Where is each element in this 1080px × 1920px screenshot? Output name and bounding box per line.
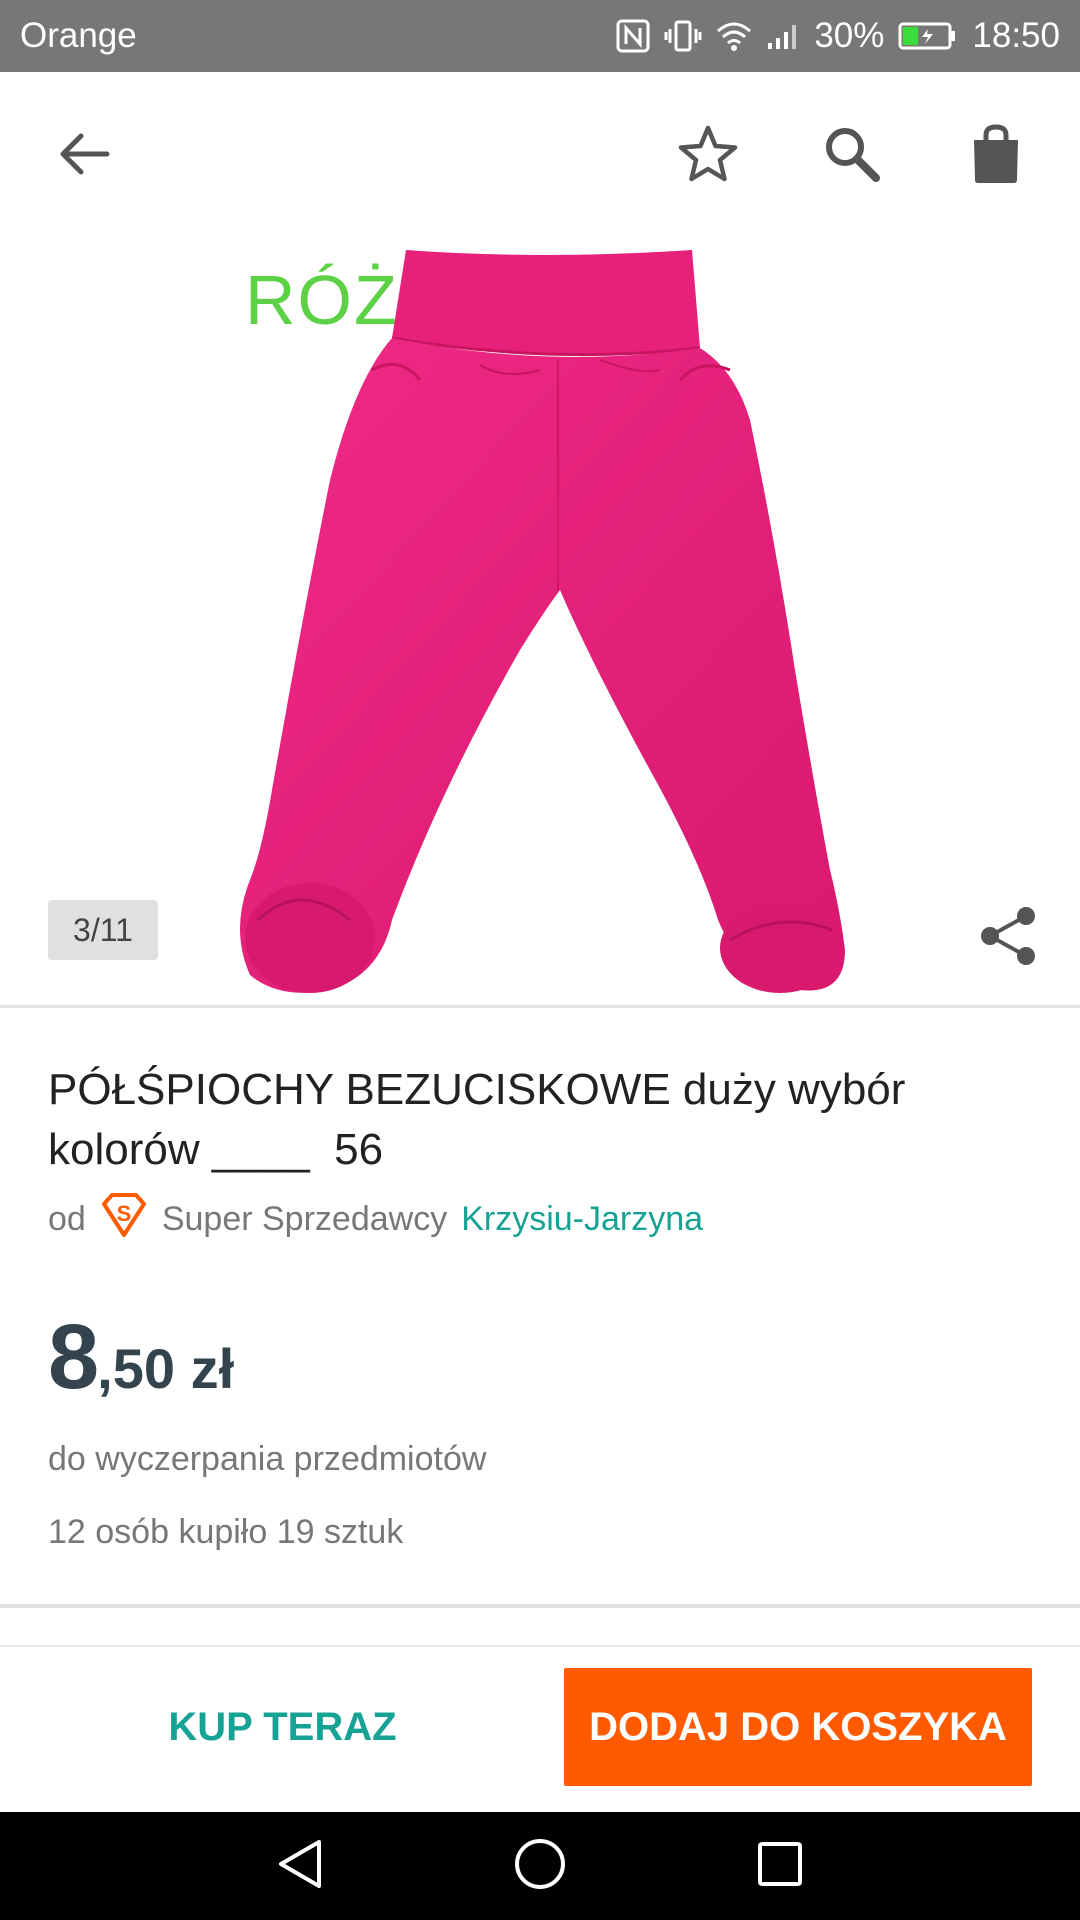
buy-now-button[interactable]: KUP TERAZ bbox=[80, 1668, 485, 1786]
divider bbox=[0, 1005, 1080, 1008]
square-recents-icon bbox=[756, 1840, 804, 1893]
back-button[interactable] bbox=[40, 112, 128, 200]
battery-icon bbox=[898, 21, 958, 51]
nav-home-button[interactable] bbox=[504, 1830, 576, 1902]
battery-percent: 30% bbox=[814, 16, 885, 55]
price: 8 ,50 zł bbox=[48, 1305, 234, 1410]
wifi-icon bbox=[716, 20, 752, 52]
availability-text: do wyczerpania przedmiotów bbox=[48, 1440, 487, 1478]
image-counter: 3/11 bbox=[48, 900, 158, 960]
seller-name-link[interactable]: Krzysiu-Jarzyna bbox=[461, 1200, 703, 1239]
cart-button[interactable] bbox=[952, 112, 1040, 200]
super-seller-badge-icon: S bbox=[100, 1192, 148, 1247]
nav-recents-button[interactable] bbox=[744, 1830, 816, 1902]
nfc-icon bbox=[616, 19, 650, 53]
system-nav-bar bbox=[0, 1812, 1080, 1920]
svg-text:S: S bbox=[116, 1201, 131, 1226]
divider bbox=[0, 1645, 1080, 1647]
arrow-left-icon bbox=[57, 130, 111, 183]
action-bar: KUP TERAZ DODAJ DO KOSZYKA bbox=[0, 1648, 1080, 1812]
shopping-bag-icon bbox=[970, 123, 1022, 189]
circle-home-icon bbox=[513, 1837, 567, 1896]
favorite-button[interactable] bbox=[664, 112, 752, 200]
add-to-cart-button[interactable]: DODAJ DO KOSZYKA bbox=[564, 1668, 1032, 1786]
search-icon bbox=[823, 125, 881, 188]
divider bbox=[0, 1604, 1080, 1608]
share-button[interactable] bbox=[970, 900, 1046, 976]
nav-back-button[interactable] bbox=[264, 1830, 336, 1902]
search-button[interactable] bbox=[808, 112, 896, 200]
seller-type: Super Sprzedawcy bbox=[161, 1200, 448, 1238]
price-main: 8 bbox=[48, 1306, 99, 1408]
vibrate-icon bbox=[664, 19, 702, 53]
product-image bbox=[240, 250, 845, 993]
share-icon bbox=[978, 905, 1038, 972]
app-toolbar bbox=[0, 72, 1080, 240]
clock: 18:50 bbox=[972, 16, 1060, 55]
product-title: PÓŁŚPIOCHY BEZUCISKOWE duży wybór koloró… bbox=[48, 1065, 906, 1174]
carrier-name: Orange bbox=[20, 16, 137, 55]
sold-count-text: 12 osób kupiło 19 sztuk bbox=[48, 1513, 404, 1551]
price-fraction: ,50 zł bbox=[97, 1337, 235, 1400]
seller-info: od S Super Sprzedawcy Krzysiu-Jarzyna bbox=[48, 1192, 703, 1247]
seller-prefix: od bbox=[48, 1200, 86, 1238]
product-gallery[interactable]: RÓŻ 3/11 bbox=[0, 230, 1080, 1005]
triangle-back-icon bbox=[275, 1837, 325, 1896]
star-icon bbox=[677, 124, 739, 189]
status-bar: Orange 30% 18:50 bbox=[0, 0, 1080, 72]
signal-icon bbox=[766, 21, 800, 51]
status-icons: 30% 18:50 bbox=[616, 16, 1060, 56]
